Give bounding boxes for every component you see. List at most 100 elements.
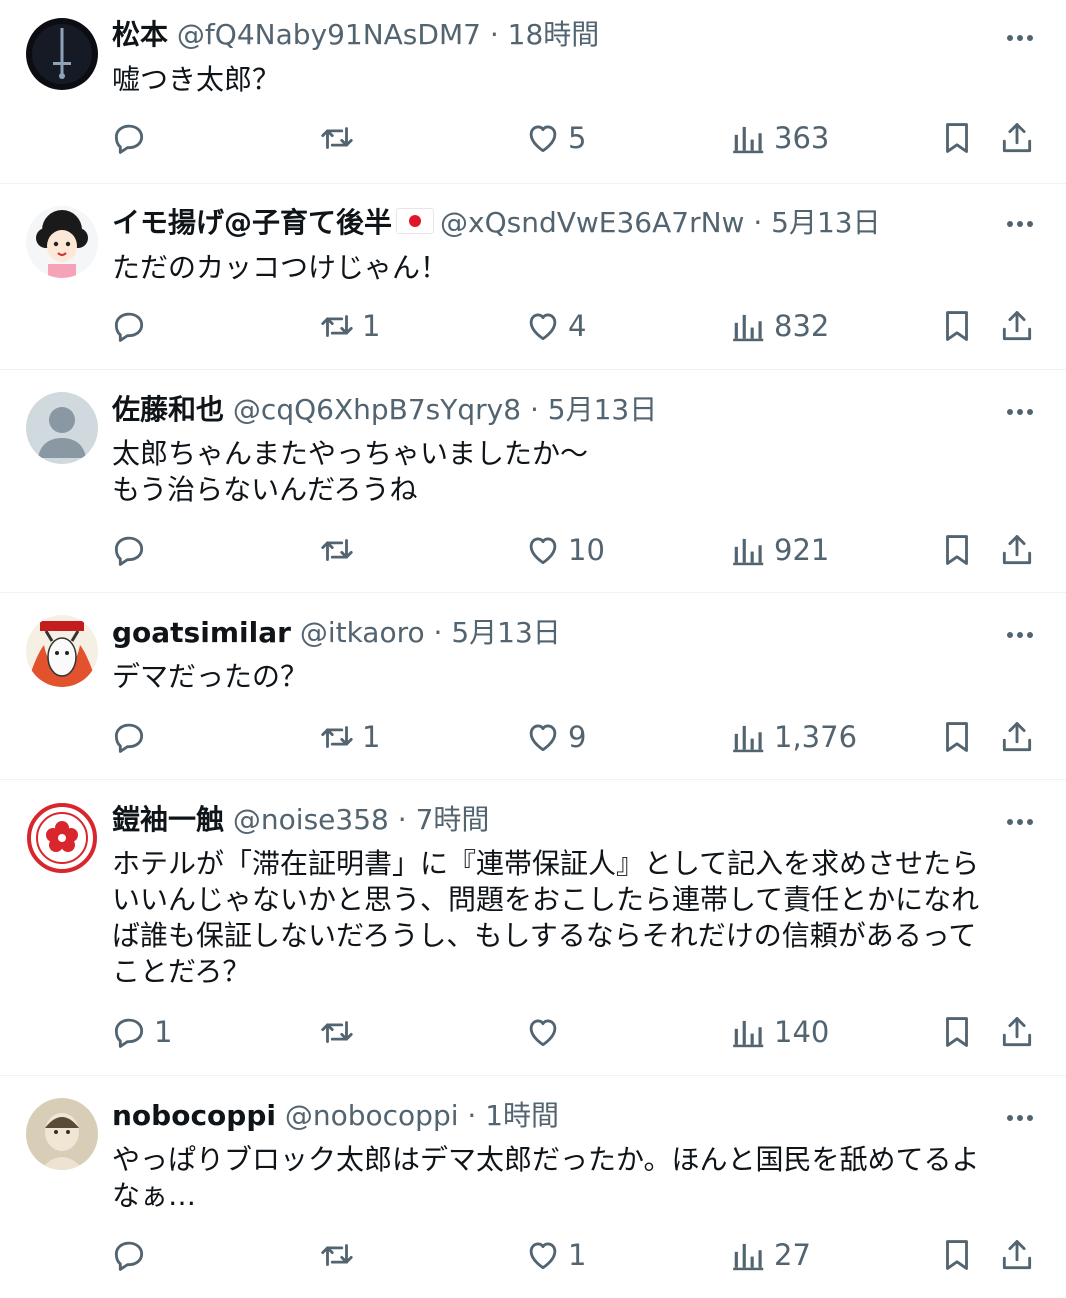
reply-button[interactable]: 1 bbox=[110, 1010, 172, 1054]
user-handle[interactable]: @fQ4Naby91NAsDM7 bbox=[177, 18, 481, 51]
reply-button[interactable] bbox=[110, 715, 154, 759]
retweet-button[interactable] bbox=[318, 528, 362, 572]
user-handle[interactable]: @itkaoro bbox=[300, 616, 425, 649]
timestamp[interactable]: 7時間 bbox=[416, 803, 490, 836]
tweet-text: 太郎ちゃんまたやっちゃいましたか〜 もう治らないんだろうね bbox=[112, 437, 589, 506]
avatar-red-crest-icon[interactable] bbox=[26, 802, 98, 874]
tweet[interactable]: 鎧袖一触 @noise358 · 7時間 ホテルが「滞在証明書」に『連帯保証人』… bbox=[0, 780, 1066, 1076]
action-bar: 1 27 bbox=[0, 1233, 1066, 1277]
bookmark-button[interactable] bbox=[938, 528, 976, 572]
heart-icon bbox=[529, 724, 557, 752]
avatar-default-icon[interactable] bbox=[26, 392, 98, 464]
more-options-icon[interactable] bbox=[1000, 617, 1040, 653]
timestamp[interactable]: 5月13日 bbox=[451, 616, 560, 649]
more-options-icon[interactable] bbox=[1000, 206, 1040, 242]
more-options-icon[interactable] bbox=[1000, 394, 1040, 430]
views-chart-icon bbox=[733, 126, 764, 154]
display-name[interactable]: 松本 bbox=[112, 18, 168, 51]
user-handle[interactable]: @cqQ6XhpB7sYqry8 bbox=[233, 393, 521, 426]
display-name[interactable]: イモ揚げ@子育て後半 bbox=[112, 206, 392, 239]
share-button[interactable] bbox=[998, 116, 1036, 160]
view-count: 140 bbox=[774, 1015, 830, 1049]
retweet-button[interactable]: 1 bbox=[318, 304, 380, 348]
avatar-sword-icon[interactable] bbox=[26, 18, 98, 90]
action-bar: 5 363 bbox=[0, 116, 1066, 160]
views-button[interactable]: 1,376 bbox=[730, 715, 857, 759]
share-button[interactable] bbox=[998, 1233, 1036, 1277]
user-handle[interactable]: @xQsndVwE36A7rNw bbox=[440, 206, 744, 239]
retweet-button[interactable] bbox=[318, 1233, 362, 1277]
share-button[interactable] bbox=[998, 304, 1036, 348]
retweet-button[interactable] bbox=[318, 1010, 362, 1054]
display-name[interactable]: 佐藤和也 bbox=[112, 393, 224, 426]
bookmark-button[interactable] bbox=[938, 1010, 976, 1054]
share-button[interactable] bbox=[998, 715, 1036, 759]
retweet-button[interactable] bbox=[318, 116, 362, 160]
bookmark-button[interactable] bbox=[938, 715, 976, 759]
tweet[interactable]: イモ揚げ@子育て後半 @xQsndVwE36A7rNw · 5月13日 ただのカッ… bbox=[0, 184, 1066, 370]
timestamp[interactable]: 1時間 bbox=[485, 1099, 559, 1132]
timestamp[interactable]: 18時間 bbox=[508, 18, 600, 51]
views-button[interactable]: 140 bbox=[730, 1010, 829, 1054]
timestamp[interactable]: 5月13日 bbox=[771, 206, 880, 239]
reply-icon bbox=[114, 536, 144, 566]
retweet-icon bbox=[321, 127, 353, 149]
share-button[interactable] bbox=[998, 528, 1036, 572]
tweet[interactable]: goatsimilar @itkaoro · 5月13日 デマだったの？ 1 9… bbox=[0, 593, 1066, 780]
heart-icon bbox=[529, 1242, 557, 1270]
reply-button[interactable] bbox=[110, 528, 154, 572]
share-icon bbox=[1002, 1240, 1032, 1270]
retweet-button[interactable]: 1 bbox=[318, 715, 380, 759]
timestamp[interactable]: 5月13日 bbox=[548, 393, 657, 426]
retweet-icon bbox=[321, 1244, 353, 1266]
bookmark-button[interactable] bbox=[938, 1233, 976, 1277]
views-button[interactable]: 27 bbox=[730, 1233, 811, 1277]
like-button[interactable] bbox=[524, 1010, 568, 1054]
reply-button[interactable] bbox=[110, 304, 154, 348]
more-options-icon[interactable] bbox=[1000, 804, 1040, 840]
view-count: 921 bbox=[774, 533, 830, 567]
views-button[interactable]: 363 bbox=[730, 116, 829, 160]
action-bar: 1 4 832 bbox=[0, 304, 1066, 348]
like-button[interactable]: 4 bbox=[524, 304, 586, 348]
more-options-icon[interactable] bbox=[1000, 1100, 1040, 1136]
separator-dot: · bbox=[397, 803, 407, 836]
tweet[interactable]: nobocoppi @nobocoppi · 1時間 やっぱりブロック太郎はデマ… bbox=[0, 1076, 1066, 1298]
action-bar: 1 140 bbox=[0, 1010, 1066, 1054]
avatar-cartoon-woman-icon[interactable] bbox=[26, 206, 98, 278]
like-button[interactable]: 10 bbox=[524, 528, 605, 572]
share-button[interactable] bbox=[998, 1010, 1036, 1054]
like-button[interactable]: 5 bbox=[524, 116, 586, 160]
bookmark-icon bbox=[946, 535, 968, 565]
reply-button[interactable] bbox=[110, 1233, 154, 1277]
user-handle[interactable]: @noise358 bbox=[233, 803, 389, 836]
avatar-goat-icon[interactable] bbox=[26, 615, 98, 687]
share-icon bbox=[1002, 722, 1032, 752]
avatar-photo-baby-icon[interactable] bbox=[26, 1098, 98, 1170]
bookmark-button[interactable] bbox=[938, 116, 976, 160]
display-name[interactable]: goatsimilar bbox=[112, 616, 291, 649]
japan-flag-icon bbox=[396, 208, 435, 234]
bookmark-icon bbox=[946, 1017, 968, 1047]
display-name[interactable]: nobocoppi bbox=[112, 1099, 276, 1132]
reply-button[interactable] bbox=[110, 116, 154, 160]
like-button[interactable]: 9 bbox=[524, 715, 586, 759]
heart-icon bbox=[529, 313, 557, 341]
bookmark-button[interactable] bbox=[938, 304, 976, 348]
reply-count: 1 bbox=[154, 1015, 173, 1049]
separator-dot: · bbox=[489, 18, 499, 51]
tweet[interactable]: 佐藤和也 @cqQ6XhpB7sYqry8 · 5月13日 太郎ちゃんまたやっち… bbox=[0, 370, 1066, 593]
tweet[interactable]: 松本 @fQ4Naby91NAsDM7 · 18時間 嘘つき太郎？ 5 363 bbox=[0, 0, 1066, 184]
retweet-icon bbox=[321, 315, 353, 337]
views-button[interactable]: 832 bbox=[730, 304, 829, 348]
heart-icon bbox=[529, 537, 557, 565]
more-options-icon[interactable] bbox=[1000, 20, 1040, 56]
reply-icon bbox=[114, 723, 144, 753]
display-name[interactable]: 鎧袖一触 bbox=[112, 803, 224, 836]
user-handle[interactable]: @nobocoppi bbox=[285, 1099, 459, 1132]
action-bar: 10 921 bbox=[0, 528, 1066, 572]
views-button[interactable]: 921 bbox=[730, 528, 829, 572]
share-icon bbox=[1002, 1017, 1032, 1047]
retweet-count: 1 bbox=[362, 309, 381, 343]
like-button[interactable]: 1 bbox=[524, 1233, 586, 1277]
